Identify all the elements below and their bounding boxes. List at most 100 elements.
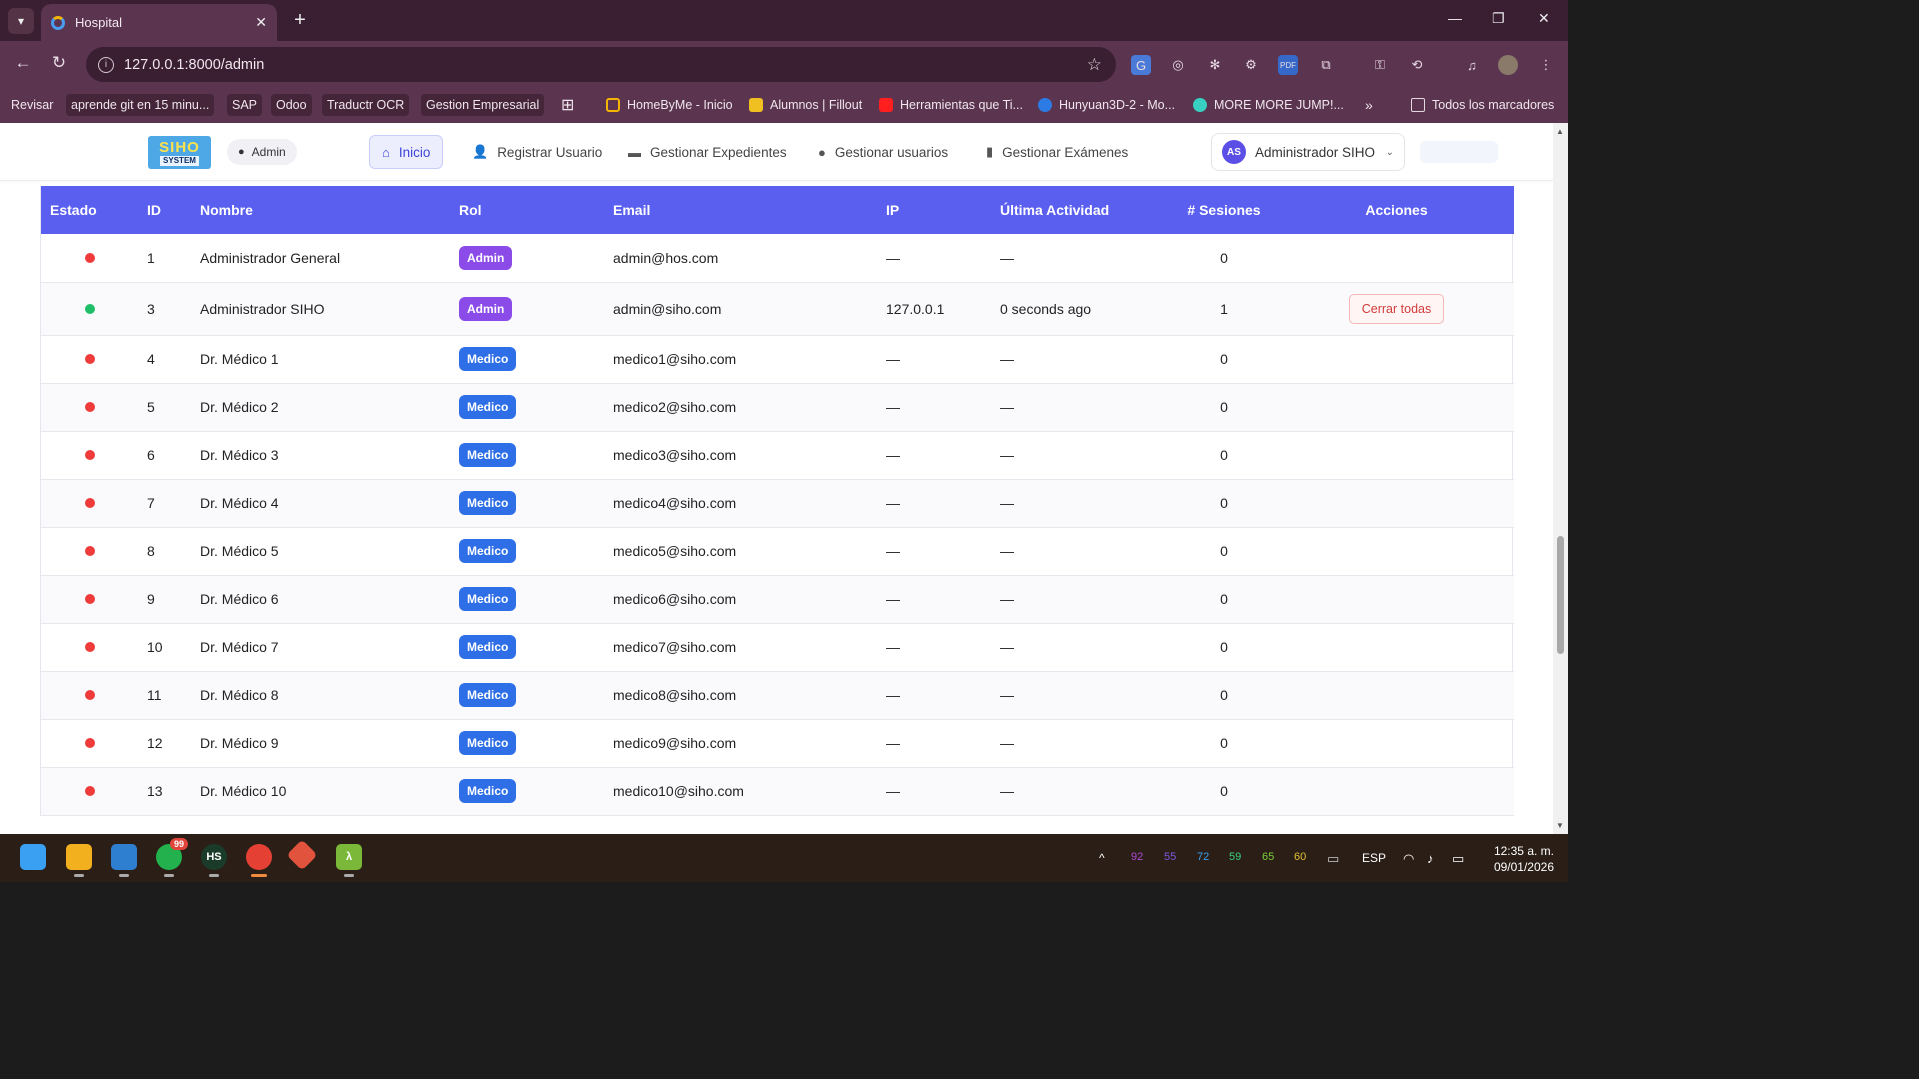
status-dot-icon xyxy=(84,690,95,700)
role-badge-label: Admin xyxy=(251,145,286,159)
more-bookmarks-icon[interactable]: » xyxy=(1360,94,1378,116)
status-cell xyxy=(41,527,138,575)
password-key-icon[interactable]: ⚿ xyxy=(1370,55,1390,75)
address-bar[interactable]: i 127.0.0.1:8000/admin ☆ xyxy=(86,47,1116,82)
display-icon[interactable]: ▭ xyxy=(1327,851,1339,867)
status-dot-icon xyxy=(84,450,95,460)
profile-avatar-icon[interactable] xyxy=(1498,55,1518,75)
nav-gestionar-usuarios[interactable]: ● Gestionar usuarios xyxy=(806,135,960,169)
header-nombre: Nombre xyxy=(200,202,253,218)
browser-tab[interactable]: Hospital ✕ xyxy=(41,4,277,41)
actions-cell xyxy=(1279,527,1514,575)
user-menu-button[interactable]: AS Administrador SIHO ⌄ xyxy=(1211,133,1405,171)
tray-value: 60 xyxy=(1294,851,1307,863)
ip-cell: — xyxy=(886,639,900,655)
email-cell: medico1@siho.com xyxy=(613,351,737,367)
media-control-icon[interactable]: ♫ xyxy=(1462,55,1482,75)
whatsapp-icon[interactable]: 99 xyxy=(156,838,189,877)
all-bookmarks-folder[interactable]: Todos los marcadores xyxy=(1406,94,1559,116)
git-icon[interactable] xyxy=(286,839,318,871)
last-activity-cell: — xyxy=(1000,447,1014,463)
scrollbar-thumb[interactable] xyxy=(1557,536,1564,654)
siho-logo[interactable]: SIHO SYSTEM xyxy=(148,136,211,169)
target-extension-icon[interactable]: ◎ xyxy=(1168,55,1188,75)
bookmark-star-icon[interactable]: ☆ xyxy=(1087,55,1102,75)
status-dot-icon xyxy=(84,402,95,412)
active-indicator xyxy=(251,874,267,877)
hs-app-icon[interactable]: HS xyxy=(201,844,227,877)
role-cell: Medico xyxy=(450,431,604,479)
close-all-sessions-button[interactable]: Cerrar todas xyxy=(1348,293,1445,324)
table-row: 11 Dr. Médico 8 Medico medico8@siho.com — — 0 xyxy=(41,671,1514,719)
bookmark-label: SAP xyxy=(232,98,258,112)
bookmark-item[interactable]: HomeByMe - Inicio xyxy=(601,94,738,116)
bookmark-item[interactable]: Hunyuan3D-2 - Mo... xyxy=(1033,94,1180,116)
restore-icon[interactable]: ❐ xyxy=(1492,10,1505,27)
history-icon[interactable]: ⟲ xyxy=(1407,55,1427,75)
windows-start-icon[interactable] xyxy=(20,844,46,870)
apps-grid-icon[interactable]: ⊞ xyxy=(556,94,579,116)
close-window-icon[interactable]: ✕ xyxy=(1538,10,1550,27)
nav-registrar-usuario[interactable]: 👤 Registrar Usuario xyxy=(460,135,614,169)
battery-icon[interactable]: ▭ xyxy=(1452,851,1464,867)
lambda-app-icon[interactable]: λ xyxy=(336,844,362,877)
scroll-down-icon[interactable]: ▼ xyxy=(1556,821,1564,830)
scroll-up-icon[interactable]: ▲ xyxy=(1556,127,1564,136)
new-tab-button[interactable]: + xyxy=(289,9,311,32)
table-row: 9 Dr. Médico 6 Medico medico6@siho.com — — 0 xyxy=(41,575,1514,623)
name-cell: Dr. Médico 8 xyxy=(200,687,279,703)
actions-cell xyxy=(1279,431,1514,479)
sessions-cell: 0 xyxy=(1220,639,1228,655)
bookmark-item[interactable]: MORE MORE JUMP!... xyxy=(1188,94,1349,116)
running-indicator xyxy=(119,874,129,877)
role-badge: Medico xyxy=(459,539,517,563)
browser-menu-icon[interactable]: ⋮ xyxy=(1536,55,1556,75)
wifi-icon[interactable]: ◠ xyxy=(1403,851,1414,867)
file-explorer-icon[interactable] xyxy=(66,844,92,877)
sessions-cell: 0 xyxy=(1220,399,1228,415)
photos-app-icon[interactable] xyxy=(111,844,137,877)
pdf-extension-icon[interactable]: PDF xyxy=(1278,55,1298,75)
bookmark-item[interactable]: SAP xyxy=(227,94,263,116)
extensions-puzzle-icon[interactable]: ⧉ xyxy=(1316,55,1336,75)
clipboard-icon: ▮ xyxy=(986,144,994,159)
status-dot-icon xyxy=(84,498,95,508)
home-icon: ⌂ xyxy=(382,144,390,160)
nav-inicio[interactable]: ⌂ Inicio xyxy=(369,135,444,169)
nav-gestionar-examenes[interactable]: ▮ Gestionar Exámenes xyxy=(974,135,1140,169)
bookmark-item[interactable]: Traductr OCR xyxy=(322,94,410,116)
close-tab-icon[interactable]: ✕ xyxy=(255,14,267,31)
page-scrollbar[interactable]: ▲ ▼ xyxy=(1553,123,1568,834)
browser-tab-bar: ▾ Hospital ✕ + — ❐ ✕ xyxy=(0,0,1568,41)
tab-search-button[interactable]: ▾ xyxy=(8,8,34,34)
bookmark-item[interactable]: Gestion Empresarial xyxy=(421,94,545,116)
sessions-cell: 0 xyxy=(1220,687,1228,703)
minimize-icon[interactable]: — xyxy=(1448,10,1462,26)
running-indicator xyxy=(344,874,354,877)
tray-expand-icon[interactable]: ^ xyxy=(1099,851,1105,865)
bookmark-item[interactable]: Odoo xyxy=(271,94,312,116)
translate-extension-icon[interactable]: G xyxy=(1131,55,1151,75)
bookmark-item[interactable]: Revisar xyxy=(6,94,58,116)
fillout-icon xyxy=(749,98,763,112)
status-dot-icon xyxy=(84,786,95,796)
chrome-icon[interactable] xyxy=(246,844,272,877)
email-cell: medico7@siho.com xyxy=(613,639,737,655)
bookmark-item[interactable]: Alumnos | Fillout xyxy=(744,94,867,116)
language-indicator[interactable]: ESP xyxy=(1362,851,1386,865)
system-clock[interactable]: 12:35 a. m. 09/01/2026 xyxy=(1482,843,1554,875)
bookmark-item[interactable]: aprende git en 15 minu... xyxy=(66,94,215,116)
bookmark-item[interactable]: Herramientas que Ti... xyxy=(874,94,1028,116)
react-extension-icon[interactable]: ✻ xyxy=(1205,55,1225,75)
back-icon[interactable]: ← xyxy=(12,53,34,73)
role-cell: Admin xyxy=(450,234,604,282)
id-cell: 1 xyxy=(147,249,155,266)
volume-icon[interactable]: ♪ xyxy=(1427,851,1434,866)
status-cell xyxy=(41,479,138,527)
extension-icon[interactable]: ⚙ xyxy=(1241,55,1261,75)
nav-gestionar-expedientes[interactable]: ▬ Gestionar Expedientes xyxy=(616,135,799,169)
site-info-icon[interactable]: i xyxy=(98,56,114,73)
reload-icon[interactable]: ↻ xyxy=(48,53,70,73)
role-cell: Medico xyxy=(450,719,604,767)
logo-subtext: SYSTEM xyxy=(160,155,199,166)
